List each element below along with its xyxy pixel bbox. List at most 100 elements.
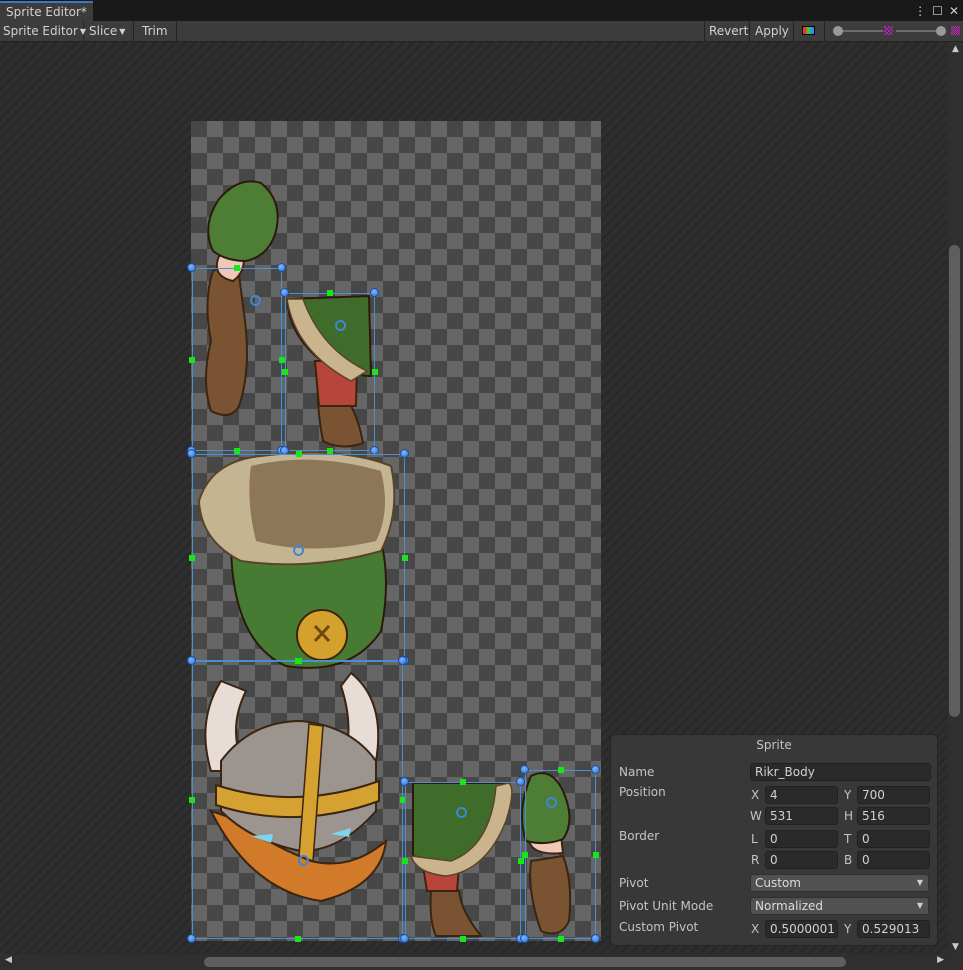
corner-resize-handle[interactable] (520, 765, 529, 774)
chevron-down-icon: ▼ (119, 27, 126, 36)
corner-resize-handle[interactable] (400, 449, 409, 458)
name-label: Name (619, 765, 655, 779)
edge-resize-handle[interactable] (522, 851, 528, 858)
edge-resize-handle[interactable] (294, 658, 301, 664)
pivot-label: Pivot (619, 876, 649, 890)
corner-resize-handle[interactable] (398, 656, 407, 665)
trim-button[interactable]: Trim (134, 21, 177, 41)
corner-resize-handle[interactable] (187, 449, 196, 458)
mip-slider[interactable] (896, 21, 946, 41)
corner-resize-handle[interactable] (370, 288, 379, 297)
scroll-down-arrow-icon[interactable]: ▼ (950, 942, 961, 952)
sprite-inspector-panel: Sprite Name Rikr_Body Position X 4 Y 700… (610, 734, 938, 946)
pivot-dropdown[interactable]: Custom ▼ (750, 874, 929, 892)
position-w-field[interactable]: 531 (765, 807, 838, 825)
slider-handle[interactable] (833, 26, 843, 36)
color-channel-toggle[interactable] (794, 21, 825, 41)
corner-resize-handle[interactable] (280, 288, 289, 297)
custom-pivot-x-label: X (751, 922, 760, 936)
corner-resize-handle[interactable] (520, 934, 529, 943)
position-label: Position (619, 785, 666, 799)
slice-dropdown[interactable]: Slice ▼ (84, 21, 134, 41)
corner-resize-handle[interactable] (400, 934, 409, 943)
sprite-rect-leg-lower[interactable] (405, 782, 521, 939)
border-b-field[interactable]: 0 (857, 851, 930, 869)
apply-button[interactable]: Apply (750, 21, 794, 41)
border-l-field[interactable]: 0 (765, 830, 838, 848)
edge-resize-handle[interactable] (189, 554, 195, 561)
revert-button[interactable]: Revert (704, 21, 750, 41)
edge-resize-handle[interactable] (460, 779, 466, 785)
corner-resize-handle[interactable] (187, 263, 196, 272)
slider-handle[interactable] (936, 26, 946, 36)
scroll-right-arrow-icon[interactable]: ▶ (937, 955, 944, 965)
edge-resize-handle[interactable] (327, 290, 333, 296)
edge-resize-handle[interactable] (372, 369, 378, 375)
sprite-rect-arm-lower-right[interactable] (525, 770, 596, 939)
custom-pivot-label: Custom Pivot (619, 920, 699, 934)
sprite-rect-leg-upper[interactable] (285, 293, 375, 451)
edge-resize-handle[interactable] (189, 356, 195, 363)
pivot-handle[interactable] (335, 320, 346, 331)
sprite-rect-arm-upper-left[interactable] (192, 268, 282, 451)
pivot-handle[interactable] (250, 295, 261, 306)
border-l-label: L (751, 832, 758, 846)
edge-resize-handle[interactable] (234, 265, 240, 271)
custom-pivot-y-label: Y (844, 922, 852, 936)
horizontal-scroll-thumb[interactable] (204, 957, 846, 967)
scroll-left-arrow-icon[interactable]: ◀ (5, 955, 12, 965)
mip-high-icon (951, 26, 960, 35)
corner-resize-handle[interactable] (591, 765, 600, 774)
border-t-field[interactable]: 0 (857, 830, 930, 848)
position-y-field[interactable]: 700 (857, 786, 930, 804)
maximize-icon[interactable]: ☐ (932, 4, 943, 18)
edge-resize-handle[interactable] (294, 936, 301, 942)
border-b-label: B (844, 853, 853, 867)
position-w-label: W (750, 809, 762, 823)
pivot-handle[interactable] (456, 807, 467, 818)
sprite-sheet-texture[interactable] (187, 121, 601, 943)
edge-resize-handle[interactable] (402, 554, 408, 561)
corner-resize-handle[interactable] (187, 656, 196, 665)
rgb-channel-icon (802, 26, 815, 35)
pivot-handle[interactable] (298, 855, 309, 866)
position-x-field[interactable]: 4 (765, 786, 838, 804)
zoom-slider[interactable] (833, 21, 883, 41)
custom-pivot-y-field[interactable]: 0.529013 (857, 920, 930, 938)
inspector-title: Sprite (756, 738, 792, 752)
edge-resize-handle[interactable] (402, 857, 408, 864)
sprite-editor-label: Sprite Editor (3, 24, 78, 38)
sprite-editor-dropdown[interactable]: Sprite Editor ▼ (0, 21, 86, 41)
vertical-scrollbar[interactable]: ▲ ▼ (948, 42, 963, 954)
edge-resize-handle[interactable] (460, 936, 466, 942)
edge-resize-handle[interactable] (557, 936, 564, 942)
scroll-up-arrow-icon[interactable]: ▲ (950, 44, 961, 54)
custom-pivot-x-field[interactable]: 0.5000001 (765, 920, 838, 938)
close-icon[interactable]: ✕ (949, 4, 959, 18)
name-field[interactable]: Rikr_Body (750, 763, 931, 781)
pivot-handle[interactable] (546, 797, 557, 808)
edge-resize-handle[interactable] (282, 369, 288, 375)
tab-sprite-editor[interactable]: Sprite Editor* (0, 1, 93, 21)
edge-resize-handle[interactable] (295, 451, 302, 457)
pivot-handle[interactable] (293, 545, 304, 556)
sprite-rect-head[interactable] (192, 661, 403, 939)
corner-resize-handle[interactable] (591, 934, 600, 943)
kebab-menu-icon[interactable]: ⋮ (914, 4, 926, 18)
corner-resize-handle[interactable] (516, 777, 525, 786)
slice-label: Slice (89, 24, 118, 38)
pivot-unit-mode-dropdown[interactable]: Normalized ▼ (750, 897, 929, 915)
corner-resize-handle[interactable] (400, 777, 409, 786)
corner-resize-handle[interactable] (187, 934, 196, 943)
pivot-unit-mode-label: Pivot Unit Mode (619, 899, 714, 913)
edge-resize-handle[interactable] (189, 797, 195, 803)
edge-resize-handle[interactable] (557, 767, 564, 773)
horizontal-scrollbar[interactable]: ◀ ▶ (0, 954, 948, 970)
corner-resize-handle[interactable] (277, 263, 286, 272)
sprite-rect-body[interactable] (192, 454, 405, 661)
vertical-scroll-thumb[interactable] (949, 245, 960, 717)
edge-resize-handle[interactable] (518, 857, 524, 864)
edge-resize-handle[interactable] (593, 851, 599, 858)
position-h-field[interactable]: 516 (857, 807, 930, 825)
border-r-field[interactable]: 0 (765, 851, 838, 869)
